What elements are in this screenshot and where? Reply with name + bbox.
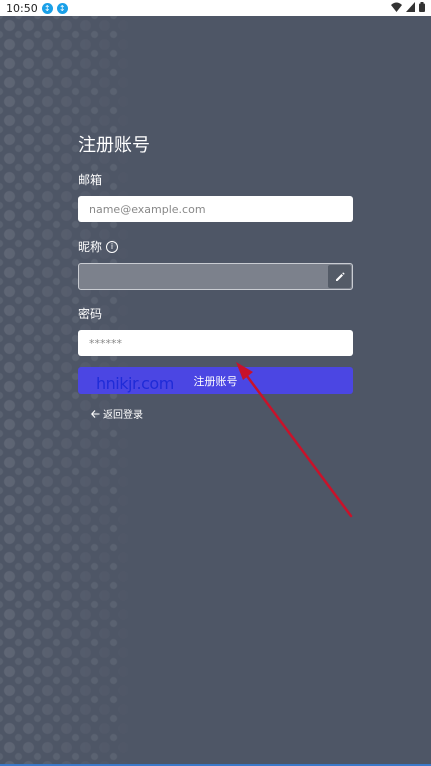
arrow-left-icon	[91, 409, 100, 418]
info-icon[interactable]: i	[106, 240, 119, 253]
nickname-label: 昵称 i	[78, 238, 353, 255]
pencil-icon	[335, 271, 345, 281]
register-screen: 10:50 ↕ ↕ 注册账号 邮箱 昵称 i	[0, 0, 431, 766]
signal-icon	[406, 2, 415, 12]
system-icons	[391, 2, 425, 12]
watermark: hnikjr.com	[96, 374, 174, 393]
wifi-icon	[391, 2, 402, 12]
back-to-login-link[interactable]: 返回登录	[91, 406, 353, 421]
edit-nickname-button[interactable]	[328, 265, 351, 288]
back-to-login-label: 返回登录	[103, 410, 143, 421]
password-field[interactable]	[78, 330, 353, 356]
email-label: 邮箱	[78, 171, 353, 188]
page-title: 注册账号	[78, 135, 150, 156]
nickname-field[interactable]	[78, 263, 353, 290]
status-bar: 10:50 ↕ ↕	[0, 0, 431, 16]
nickname-field-wrapper	[78, 263, 353, 290]
password-label: 密码	[78, 305, 353, 322]
notification-icon: ↕	[41, 2, 53, 14]
register-button-label: 注册账号	[193, 374, 238, 388]
battery-icon	[419, 2, 425, 12]
notification-icon: ↕	[56, 2, 68, 14]
status-time: 10:50	[6, 1, 38, 15]
email-field[interactable]	[78, 196, 353, 222]
email-label-text: 邮箱	[78, 173, 103, 187]
password-label-text: 密码	[78, 307, 103, 321]
nickname-label-text: 昵称	[78, 240, 103, 254]
